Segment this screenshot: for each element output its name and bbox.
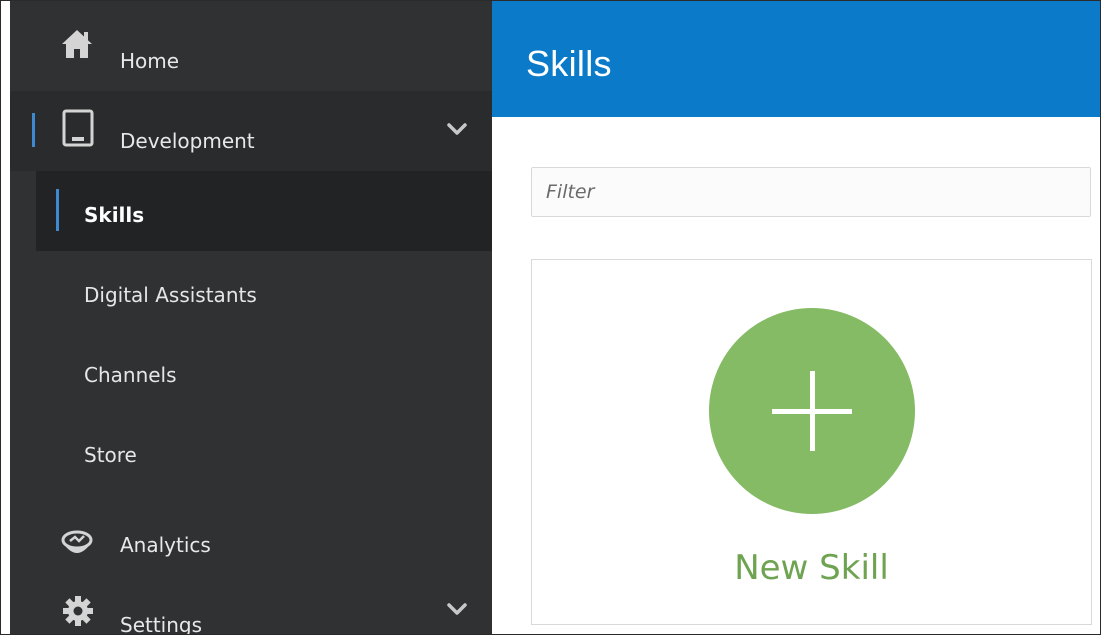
filter-input[interactable] bbox=[531, 167, 1091, 217]
chevron-down-icon[interactable] bbox=[446, 121, 468, 137]
sidebar-item-store[interactable]: Store bbox=[10, 411, 492, 491]
sidebar-item-analytics[interactable]: Analytics bbox=[10, 491, 492, 571]
sidebar-item-label: Skills bbox=[84, 203, 145, 227]
active-group-indicator bbox=[32, 113, 35, 147]
sidebar-item-label: Home bbox=[120, 49, 180, 73]
new-skill-label: New Skill bbox=[734, 548, 889, 588]
sidebar-item-home[interactable]: Home bbox=[10, 1, 492, 91]
active-item-indicator bbox=[56, 189, 59, 231]
sidebar-item-label: Development bbox=[120, 129, 255, 153]
sidebar-item-skills[interactable]: Skills bbox=[36, 171, 492, 251]
analytics-icon bbox=[60, 529, 94, 565]
new-skill-button[interactable] bbox=[709, 308, 915, 514]
plus-icon bbox=[772, 371, 852, 451]
page-title: Skills bbox=[526, 43, 612, 84]
home-icon bbox=[60, 27, 94, 65]
gear-icon bbox=[62, 595, 94, 631]
sidebar-item-label: Settings bbox=[120, 613, 203, 635]
sidebar-item-label: Digital Assistants bbox=[84, 283, 257, 307]
app-window: Home Development Skills Digital Assistan… bbox=[0, 0, 1101, 635]
sidebar-item-label: Store bbox=[84, 443, 137, 467]
sidebar-item-label: Analytics bbox=[120, 533, 211, 557]
chevron-down-icon[interactable] bbox=[446, 601, 468, 617]
sidebar: Home Development Skills Digital Assistan… bbox=[10, 1, 492, 634]
sidebar-item-settings[interactable]: Settings bbox=[10, 571, 492, 634]
sidebar-item-channels[interactable]: Channels bbox=[10, 331, 492, 411]
sidebar-item-digital-assistants[interactable]: Digital Assistants bbox=[10, 251, 492, 331]
page-header: Skills bbox=[492, 1, 1100, 117]
sidebar-group-development[interactable]: Development bbox=[10, 91, 492, 171]
sidebar-item-label: Channels bbox=[84, 363, 177, 387]
new-skill-card[interactable]: New Skill bbox=[531, 259, 1092, 625]
tablet-icon bbox=[62, 109, 94, 151]
